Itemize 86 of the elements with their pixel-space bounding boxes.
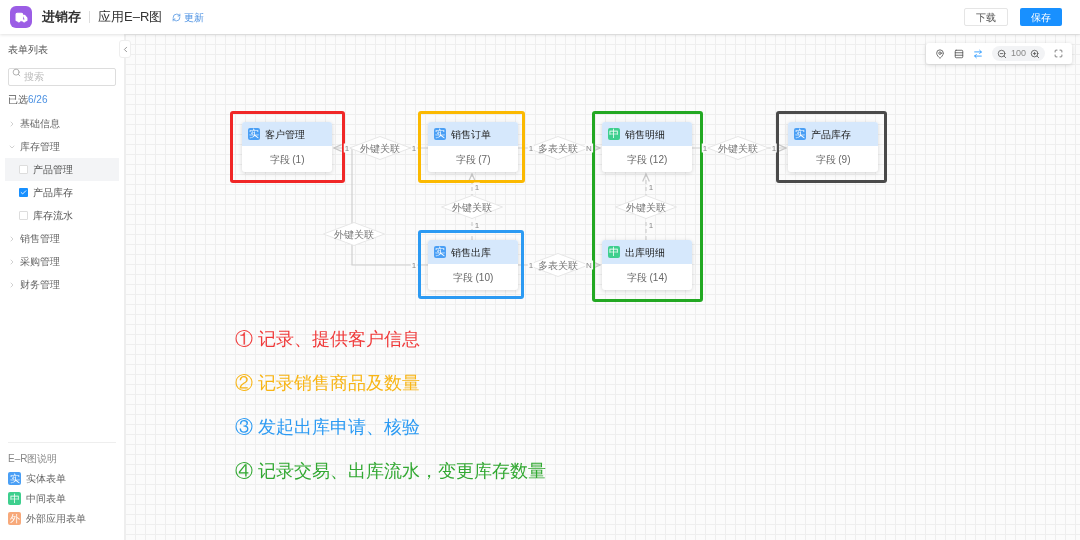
form-list-item[interactable]: 库存流水 [5,204,119,227]
caret-right-icon [8,234,16,243]
field-count: 字段 (14) [625,270,669,285]
checkbox[interactable] [19,211,28,220]
table-card[interactable]: 中 出库明细 字段 (14) [602,240,692,290]
annotation-text: ③ 发起出库申请、核验 [235,416,421,439]
table-card[interactable]: 实 销售订单 字段 (7) [428,122,518,172]
table-type-badge: 中 [608,128,620,140]
selected-count: 已选6/26 [8,93,49,107]
cardinality-label: N [585,143,593,153]
table-name: 销售订单 [451,127,491,142]
legend-badge: 实 [8,472,21,485]
caret-right-icon [8,119,16,128]
table-card[interactable]: 实 销售出库 字段 (10) [428,240,518,290]
category-item[interactable]: 库存管理 [8,135,116,158]
sidebar-title: 表单列表 [8,43,49,57]
field-count: 字段 (12) [625,152,669,167]
field-count: 字段 (9) [814,152,852,167]
category-item[interactable]: 财务管理 [8,273,116,296]
update-link[interactable]: 更新 [172,9,205,25]
cardinality-label: 1 [527,260,535,270]
table-card[interactable]: 中 销售明细 字段 (12) [602,122,692,172]
table-name: 产品库存 [811,127,851,142]
cardinality-label: 1 [701,143,709,153]
category-item[interactable]: 采购管理 [8,250,116,273]
annotation-text: ① 记录、提供客户信息 [235,328,421,351]
legend-badge: 外 [8,512,21,525]
table-type-badge: 实 [434,246,446,258]
cardinality-label: 1 [527,143,535,153]
relation-diamond: 外键关联 [323,222,385,246]
table-name: 销售出库 [451,245,491,260]
fullscreen-icon[interactable] [1054,49,1063,58]
locate-tool-icon[interactable] [934,48,945,59]
search-icon [12,67,21,77]
cardinality-label: 1 [473,182,481,192]
table-type-badge: 实 [794,128,806,140]
legend-title: E–R图说明 [8,452,59,466]
table-name: 出库明细 [625,245,665,260]
cardinality-label: 1 [410,260,418,270]
page-title: 应用E–R图 [98,8,163,27]
cardinality-label: 1 [647,220,655,230]
checkbox[interactable] [19,188,28,197]
legend-label: 中间表单 [26,492,66,506]
table-name: 客户管理 [265,127,305,142]
table-type-badge: 实 [434,128,446,140]
cardinality-label: 1 [410,143,418,153]
annotation-text: ④ 记录交易、出库流水，变更库存数量 [235,460,546,483]
relation-diamond: 外键关联 [349,136,411,160]
relation-diamond: 外键关联 [707,136,769,160]
collapse-sidebar-button[interactable] [119,40,131,58]
field-count: 字段 (10) [451,270,495,285]
table-name: 销售明细 [625,127,665,142]
category-item[interactable]: 基础信息 [8,112,116,135]
legend-label: 实体表单 [26,472,66,486]
zoom-in-icon[interactable] [1030,48,1040,59]
category-item[interactable]: 销售管理 [8,227,116,250]
relation-diamond: 外键关联 [441,195,503,219]
search-field[interactable]: 搜索 [8,67,116,86]
zoom-level: 100 [1010,46,1026,60]
annotation-text: ② 记录销售商品及数量 [235,372,421,395]
cardinality-label: 1 [473,220,481,230]
app-name: 进销存 [42,8,81,27]
legend-badge: 中 [8,492,21,505]
field-count: 字段 (7) [454,152,492,167]
caret-right-icon [8,257,16,266]
relation-diamond: 外键关联 [615,195,677,219]
cardinality-label: 1 [647,182,655,192]
field-count: 字段 (1) [268,152,306,167]
caret-right-icon [8,280,16,289]
table-card[interactable]: 实 客户管理 字段 (1) [242,122,332,172]
table-type-badge: 实 [248,128,260,140]
checkbox[interactable] [19,165,28,174]
form-list-item[interactable]: 产品管理 [5,158,119,181]
table-card[interactable]: 实 产品库存 字段 (9) [788,122,878,172]
zoom-out-icon[interactable] [996,48,1007,59]
form-list-item[interactable]: 产品库存 [5,181,119,204]
layout-tool-icon[interactable] [972,48,983,59]
align-tool-icon[interactable] [953,48,964,59]
app-logo-icon [10,6,32,28]
cardinality-label: 1 [343,143,351,153]
cardinality-label: N [585,260,593,270]
cardinality-label: 1 [770,143,778,153]
download-button[interactable]: 下载 [964,8,1008,26]
refresh-icon [172,12,182,22]
table-type-badge: 中 [608,246,620,258]
legend-label: 外部应用表单 [26,512,86,526]
